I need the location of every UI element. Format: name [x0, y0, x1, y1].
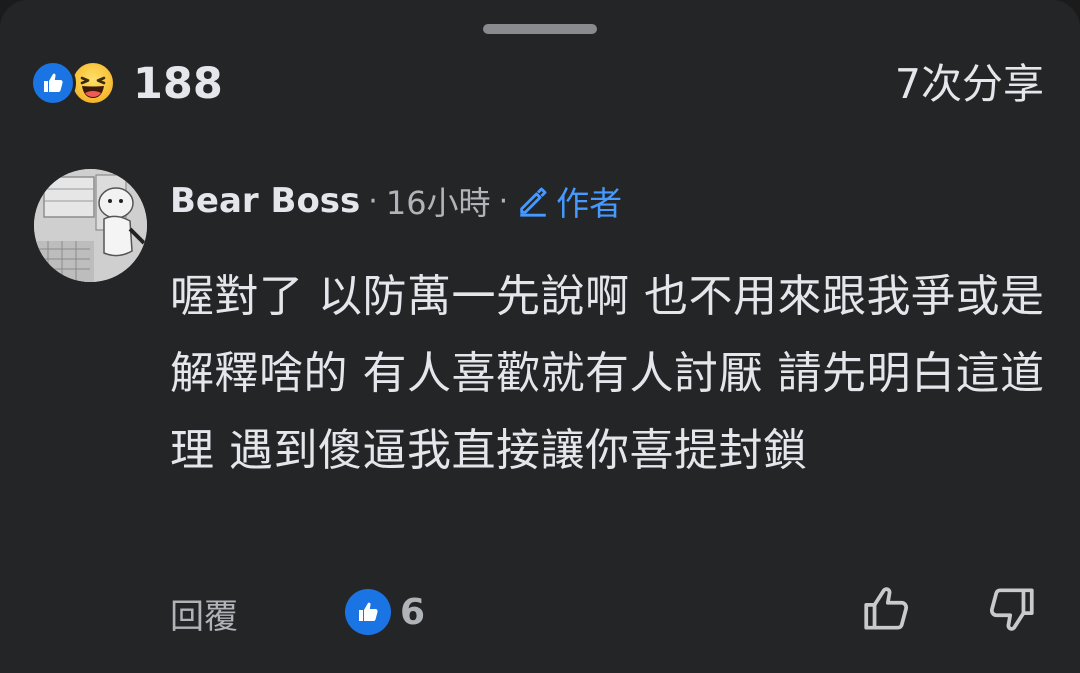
comment-bottom-sheet: 188 7次分享 Bear Boss · 16小時 · 作者 喔對了 以防萬一先…: [0, 0, 1080, 673]
reaction-summary[interactable]: [30, 60, 130, 108]
like-reaction-icon: [30, 60, 76, 106]
drag-handle[interactable]: [483, 24, 597, 34]
like-count[interactable]: 6: [400, 590, 425, 636]
thumbs-down-outline-icon[interactable]: [984, 584, 1038, 634]
separator-dot: ·: [368, 183, 378, 219]
avatar[interactable]: [34, 169, 147, 282]
pencil-icon: [520, 187, 547, 217]
reaction-count[interactable]: 188: [133, 58, 223, 110]
author-name[interactable]: Bear Boss: [170, 181, 360, 221]
comment-text: 喔對了 以防萬一先說啊 也不用來跟我爭或是解釋啥的 有人喜歡就有人討厭 請先明白…: [170, 271, 1045, 476]
haha-reaction-icon: [70, 60, 116, 106]
reply-button[interactable]: 回覆: [170, 594, 238, 640]
comment-meta: Bear Boss · 16小時 · 作者: [170, 176, 622, 226]
author-badge-label: 作者: [556, 184, 623, 223]
like-count-icon[interactable]: [345, 589, 391, 635]
separator-dot: ·: [498, 183, 509, 219]
comment-timestamp[interactable]: 16小時: [386, 178, 491, 224]
thumbs-up-outline-icon[interactable]: [860, 584, 914, 634]
author-badge: 作者: [516, 177, 622, 225]
share-count[interactable]: 7次分享: [895, 58, 1044, 110]
